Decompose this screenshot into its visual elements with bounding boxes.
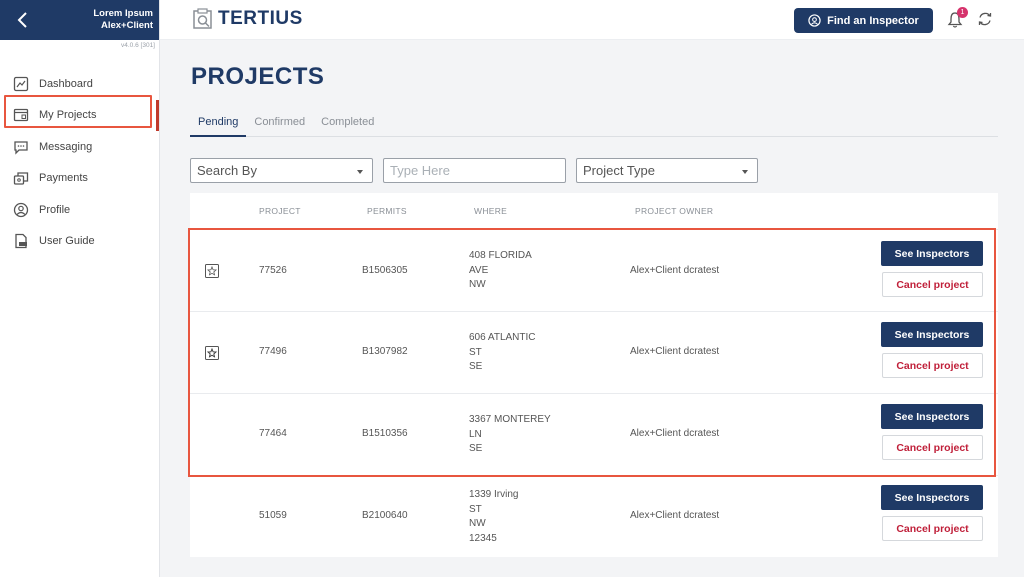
project-type-select[interactable]: Project Type	[576, 158, 758, 183]
project-address: 3367 MONTEREY LN SE	[469, 413, 551, 457]
project-id: 77464	[259, 428, 287, 439]
project-owner: Alex+Client dcratest	[630, 510, 720, 521]
find-inspector-label: Find an Inspector	[827, 14, 919, 27]
sidebar-item-payments[interactable]: Payments	[0, 163, 159, 195]
user-info: Lorem Ipsum Alex+Client	[93, 8, 153, 32]
sidebar: Lorem Ipsum Alex+Client v4.0.6 [301] Das…	[0, 0, 160, 577]
tab-pending[interactable]: Pending	[190, 113, 247, 137]
projects-icon	[12, 107, 29, 124]
sidebar-nav: Dashboard My Projects Messaging Payments…	[0, 68, 159, 257]
search-by-value: Search By	[197, 163, 257, 178]
see-inspectors-button[interactable]: See Inspectors	[881, 322, 983, 347]
sidebar-item-messaging[interactable]: Messaging	[0, 131, 159, 163]
projects-table: PROJECT PERMITS WHERE PROJECT OWNER 7752…	[190, 193, 998, 557]
search-field[interactable]	[383, 158, 566, 183]
project-id: 77526	[259, 265, 287, 276]
permit-number: B1506305	[362, 265, 408, 276]
address-line: 1339 Irving	[469, 489, 519, 500]
sidebar-item-label: Messaging	[39, 140, 93, 153]
column-header-project-owner: PROJECT OWNER	[635, 206, 714, 216]
refresh-icon[interactable]	[976, 10, 994, 28]
sidebar-item-label: My Projects	[39, 109, 97, 122]
sidebar-item-label: Profile	[39, 203, 71, 216]
logo-text: TERTIUS	[218, 8, 303, 29]
cancel-project-button[interactable]: Cancel project	[882, 516, 983, 541]
page-title: PROJECTS	[191, 63, 325, 90]
notification-badge: 1	[957, 7, 968, 18]
tab-confirmed[interactable]: Confirmed	[246, 113, 313, 137]
address-line: ST	[469, 503, 482, 515]
see-inspectors-button[interactable]: See Inspectors	[881, 485, 983, 510]
project-type-value: Project Type	[583, 163, 656, 178]
table-row: 77464 B1510356 3367 MONTEREY LN SE Alex+…	[190, 393, 998, 475]
column-header-project: PROJECT	[259, 206, 301, 216]
project-address: 606 ATLANTIC ST SE	[469, 331, 536, 375]
permit-number: B2100640	[362, 510, 408, 521]
star-icon[interactable]	[205, 346, 219, 360]
address-line: SE	[469, 443, 483, 454]
sidebar-header: Lorem Ipsum Alex+Client	[0, 0, 159, 40]
address-line: NW	[469, 518, 486, 529]
chevron-down-icon	[742, 170, 748, 174]
permit-number: B1307982	[362, 346, 408, 357]
address-line: 408 FLORIDA	[469, 250, 532, 261]
find-inspector-button[interactable]: Find an Inspector	[794, 8, 933, 33]
user-name: Alex+Client	[100, 20, 153, 31]
project-address: 408 FLORIDA AVE NW	[469, 249, 532, 293]
search-input[interactable]	[390, 163, 565, 178]
project-id: 77496	[259, 346, 287, 357]
star-icon[interactable]	[205, 264, 219, 278]
back-arrow-icon[interactable]	[14, 10, 32, 30]
table-row: 77496 B1307982 606 ATLANTIC ST SE Alex+C…	[190, 311, 998, 393]
address-line: 12345	[469, 532, 497, 544]
address-line: SE	[469, 361, 483, 372]
table-row: 77526 B1506305 408 FLORIDA AVE NW Alex+C…	[190, 229, 998, 311]
sidebar-item-label: Dashboard	[39, 77, 93, 90]
address-line: 3367 MONTEREY	[469, 414, 551, 425]
sidebar-item-label: User Guide	[39, 235, 95, 248]
address-line: NW	[469, 279, 486, 290]
status-tabs: Pending Confirmed Completed	[190, 113, 998, 137]
sidebar-item-user-guide[interactable]: User Guide	[0, 226, 159, 258]
address-line: ST	[469, 346, 482, 358]
see-inspectors-button[interactable]: See Inspectors	[881, 404, 983, 429]
address-line: 606 ATLANTIC	[469, 332, 536, 343]
project-owner: Alex+Client dcratest	[630, 346, 720, 357]
project-owner: Alex+Client dcratest	[630, 428, 720, 439]
project-address: 1339 Irving ST NW 12345	[469, 488, 518, 546]
profile-icon	[12, 201, 29, 218]
inspector-search-icon	[808, 14, 821, 27]
sidebar-item-profile[interactable]: Profile	[0, 194, 159, 226]
chat-icon	[12, 138, 29, 155]
user-org: Lorem Ipsum	[93, 8, 153, 19]
cancel-project-button[interactable]: Cancel project	[882, 272, 983, 297]
address-line: LN	[469, 428, 482, 440]
tertius-logo-icon	[193, 8, 212, 29]
table-row: 51059 B2100640 1339 Irving ST NW 12345 A…	[190, 475, 998, 557]
see-inspectors-button[interactable]: See Inspectors	[881, 241, 983, 266]
search-by-select[interactable]: Search By	[190, 158, 373, 183]
logo: TERTIUS	[192, 8, 303, 30]
app-version: v4.0.6 [301]	[121, 42, 155, 49]
top-bar: TERTIUS Find an Inspector 1	[160, 0, 1024, 40]
sidebar-item-label: Payments	[39, 172, 88, 185]
column-header-permits: PERMITS	[367, 206, 407, 216]
project-id: 51059	[259, 510, 287, 521]
cancel-project-button[interactable]: Cancel project	[882, 435, 983, 460]
project-owner: Alex+Client dcratest	[630, 265, 720, 276]
tab-completed[interactable]: Completed	[313, 113, 382, 137]
sidebar-item-dashboard[interactable]: Dashboard	[0, 68, 159, 100]
address-line: AVE	[469, 264, 489, 276]
sidebar-item-my-projects[interactable]: My Projects	[0, 99, 159, 132]
pdf-icon	[12, 233, 29, 250]
column-header-where: WHERE	[474, 206, 508, 216]
cancel-project-button[interactable]: Cancel project	[882, 353, 983, 378]
permit-number: B1510356	[362, 428, 408, 439]
dashboard-icon	[12, 75, 29, 92]
chevron-down-icon	[357, 170, 363, 174]
payments-icon	[12, 170, 29, 187]
